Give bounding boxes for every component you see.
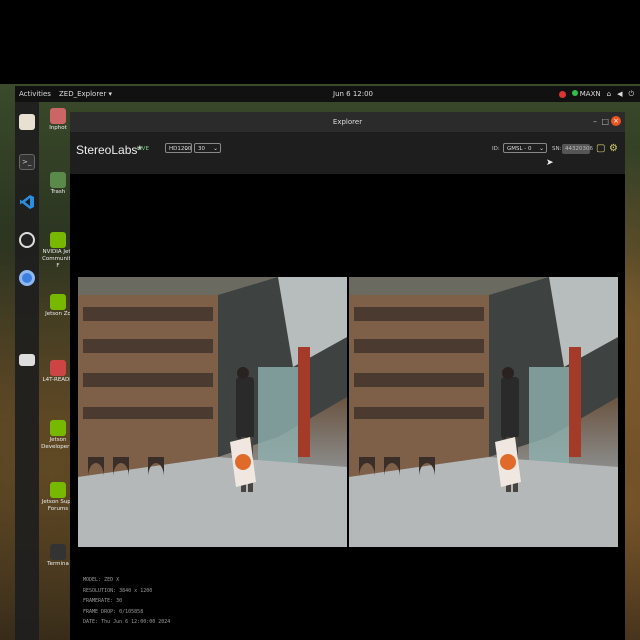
folder-icon (50, 360, 66, 376)
chevron-down-icon: ⌄ (183, 145, 189, 152)
camera-id-value: GMSL - 0 (507, 146, 532, 152)
desktop-item-label: Inphot (49, 125, 67, 131)
chevron-down-icon: ⌄ (212, 145, 218, 152)
serial-number-value: 44320306 (565, 146, 593, 152)
app-menu[interactable]: ZED_Explorer ▾ (59, 90, 112, 98)
drive-icon[interactable] (19, 354, 35, 366)
sn-label: SN: (552, 146, 562, 152)
obs-icon[interactable] (19, 232, 35, 248)
trash-icon (50, 172, 66, 188)
chromium-icon[interactable] (19, 270, 35, 286)
serial-number-field: 44320306 (562, 144, 593, 154)
record-toggle-icon[interactable]: ▢ (596, 143, 605, 154)
left-camera-image (78, 277, 347, 547)
info-model: MODEL: ZED X (83, 577, 120, 583)
camera-viewport: MODEL: ZED X RESOLUTION: 3840 x 1200 FRA… (78, 178, 618, 640)
info-date: DATE: Thu Jun 6 12:00:00 2024 (83, 619, 171, 625)
resolution-select[interactable]: HD1200 ⌄ (165, 143, 192, 153)
status-dot-icon (571, 90, 578, 96)
terminal-icon (50, 544, 66, 560)
chevron-down-icon: ⌄ (538, 145, 544, 152)
fps-select[interactable]: 30 ⌄ (194, 143, 221, 153)
volume-icon[interactable]: ◀ (617, 90, 622, 98)
nvidia-icon (50, 420, 66, 436)
files-icon[interactable] (19, 114, 35, 130)
maximize-icon[interactable]: □ (601, 117, 609, 126)
info-resolution: RESOLUTION: 3840 x 1200 (83, 587, 153, 594)
desktop-item-label: Jetson Zo (45, 311, 71, 317)
desktop-item-label: Trash (50, 189, 66, 195)
power-mode-indicator[interactable]: MAXN (571, 90, 601, 98)
folder-icon (50, 108, 66, 124)
system-tray[interactable]: MAXN ⌂ ◀ ⏻ (558, 90, 634, 99)
close-icon[interactable]: × (611, 116, 621, 126)
settings-gear-icon[interactable]: ⚙ (609, 143, 618, 154)
window-titlebar[interactable]: Explorer – □ × (70, 112, 625, 132)
live-badge: LIVE (137, 146, 149, 152)
desktop-item-label: L4T-READN (42, 377, 74, 383)
nvidia-icon (50, 232, 66, 248)
terminal-icon[interactable]: >_ (19, 154, 35, 170)
desktop-item-label: Termina (47, 561, 69, 567)
fps-value: 30 (198, 146, 205, 152)
activities-button[interactable]: Activities (19, 90, 51, 98)
camera-id-select[interactable]: GMSL - 0 ⌄ (503, 143, 547, 153)
info-framerate: FRAMERATE: 30 (83, 598, 123, 604)
info-frame-drop: FRAME DROP: 0/105858 (83, 608, 144, 615)
nvidia-icon (50, 294, 66, 310)
nvidia-icon (50, 482, 66, 498)
clock[interactable]: Jun 6 12:00 (333, 90, 373, 98)
minimize-icon[interactable]: – (593, 117, 597, 126)
id-label: ID: (492, 146, 500, 152)
power-icon[interactable]: ⏻ (628, 90, 634, 99)
system-top-bar: Activities ZED_Explorer ▾ Jun 6 12:00 MA… (15, 86, 640, 102)
right-camera-image (349, 277, 618, 547)
network-icon[interactable]: ⌂ (607, 90, 611, 98)
mouse-cursor-icon: ➤ (546, 158, 554, 168)
power-mode-label: MAXN (579, 90, 601, 98)
camera-info-panel: MODEL: ZED X RESOLUTION: 3840 x 1200 FRA… (83, 575, 170, 628)
brand-logo: StereoLabs* (76, 143, 143, 157)
explorer-toolbar: StereoLabs* LIVE HD1200 ⌄ 30 ⌄ ID: GMSL … (70, 132, 625, 174)
dock: >_ (15, 102, 39, 640)
record-icon[interactable] (558, 90, 566, 98)
vscode-icon[interactable] (19, 194, 35, 210)
window-title: Explorer (332, 118, 363, 126)
explorer-window: Explorer – □ × StereoLabs* LIVE HD1200 ⌄… (70, 112, 625, 640)
